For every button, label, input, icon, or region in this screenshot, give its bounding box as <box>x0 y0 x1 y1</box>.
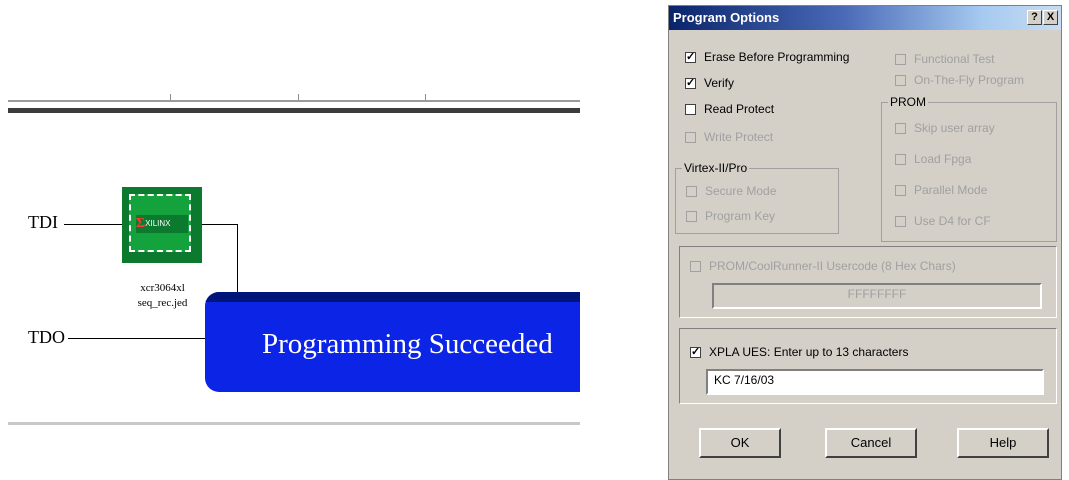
checkbox-icon <box>895 74 906 86</box>
checkbox-label: Verify <box>704 76 735 90</box>
programming-status-banner: Programming Succeeded <box>205 292 580 392</box>
xpla-ues-field[interactable]: KC 7/16/03 <box>706 369 1044 395</box>
checkbox-check-icon: ✓ <box>685 76 696 89</box>
xpla-ues-checkbox[interactable]: ✓ XPLA UES: Enter up to 13 characters <box>690 345 908 359</box>
checkbox-icon <box>685 131 696 143</box>
xilinx-device-icon[interactable]: Σ XILINX <box>122 187 202 263</box>
checkbox-label: Use D4 for CF <box>914 214 991 228</box>
dialog-titlebar[interactable]: Program Options ? X <box>669 6 1061 30</box>
checkbox-icon <box>690 260 701 272</box>
virtex-group-label: Virtex-II/Pro <box>682 161 750 175</box>
ok-button[interactable]: OK <box>699 428 781 458</box>
checkbox-label: PROM/CoolRunner-II Usercode (8 Hex Chars… <box>709 259 956 273</box>
erase-before-programming-checkbox[interactable]: ✓ Erase Before Programming <box>685 50 849 64</box>
checkbox-icon <box>895 122 906 134</box>
checkbox-icon <box>685 103 696 115</box>
top-divider-dark <box>8 108 580 113</box>
checkbox-label: Load Fpga <box>914 152 972 166</box>
virtex-ii-pro-group: Virtex-II/Pro Secure Mode Program Key <box>675 161 839 234</box>
dialog-title: Program Options <box>673 10 780 25</box>
top-divider <box>8 100 580 102</box>
tdo-label: TDO <box>28 327 65 347</box>
prom-group-label: PROM <box>888 95 928 109</box>
checkbox-icon <box>895 215 906 227</box>
xilinx-logo-icon: Σ XILINX <box>136 215 188 233</box>
chain-wire <box>237 224 238 294</box>
banner-edge <box>205 292 580 302</box>
close-button[interactable]: X <box>1043 10 1058 25</box>
tdo-wire <box>68 338 206 339</box>
functional-test-checkbox[interactable]: Functional Test <box>895 52 995 66</box>
secure-mode-checkbox[interactable]: Secure Mode <box>686 184 776 198</box>
checkbox-label: Read Protect <box>704 102 775 116</box>
checkbox-label: Parallel Mode <box>914 183 988 197</box>
checkbox-label: Functional Test <box>914 52 995 66</box>
checkbox-label: On-The-Fly Program <box>914 73 1025 87</box>
use-d4-for-cf-checkbox[interactable]: Use D4 for CF <box>895 214 991 228</box>
checkbox-label: Program Key <box>705 209 776 223</box>
checkbox-label: Write Protect <box>704 130 774 144</box>
parallel-mode-checkbox[interactable]: Parallel Mode <box>895 183 987 197</box>
checkbox-label: XPLA UES: Enter up to 13 characters <box>709 345 909 359</box>
status-message: Programming Succeeded <box>262 328 553 360</box>
bottom-divider <box>8 422 580 425</box>
program-options-dialog: Program Options ? X ✓ Erase Before Progr… <box>668 5 1062 480</box>
context-help-button[interactable]: ? <box>1027 10 1042 25</box>
program-key-checkbox[interactable]: Program Key <box>686 209 775 223</box>
checkbox-check-icon: ✓ <box>690 345 701 358</box>
load-fpga-checkbox[interactable]: Load Fpga <box>895 152 971 166</box>
checkbox-icon <box>895 184 906 196</box>
checkbox-check-icon: ✓ <box>685 50 696 63</box>
xpla-ues-panel: ✓ XPLA UES: Enter up to 13 characters KC… <box>679 328 1057 404</box>
jtag-chain-view: TDI Σ XILINX xcr3064xl seq_rec.jed TDO Pr… <box>0 0 580 479</box>
prom-usercode-checkbox[interactable]: PROM/CoolRunner-II Usercode (8 Hex Chars… <box>690 259 956 273</box>
on-the-fly-program-checkbox[interactable]: On-The-Fly Program <box>895 73 1024 87</box>
tdi-label: TDI <box>28 212 58 232</box>
tdi-wire <box>64 224 122 225</box>
help-button[interactable]: Help <box>957 428 1049 458</box>
skip-user-array-checkbox[interactable]: Skip user array <box>895 121 995 135</box>
checkbox-label: Erase Before Programming <box>704 50 850 64</box>
checkbox-label: Skip user array <box>914 121 995 135</box>
prom-usercode-panel: PROM/CoolRunner-II Usercode (8 Hex Chars… <box>679 246 1057 318</box>
checkbox-icon <box>895 153 906 165</box>
checkbox-icon <box>686 185 697 197</box>
prom-group: PROM Skip user array Load Fpga Parallel … <box>881 95 1057 242</box>
checkbox-icon <box>895 53 906 65</box>
checkbox-label: Secure Mode <box>705 184 777 198</box>
chain-wire <box>202 224 238 225</box>
verify-checkbox[interactable]: ✓ Verify <box>685 76 734 90</box>
write-protect-checkbox[interactable]: Write Protect <box>685 130 773 144</box>
read-protect-checkbox[interactable]: Read Protect <box>685 102 774 116</box>
checkbox-icon <box>686 210 697 222</box>
prom-usercode-field[interactable]: FFFFFFFF <box>712 283 1042 309</box>
cancel-button[interactable]: Cancel <box>825 428 917 458</box>
